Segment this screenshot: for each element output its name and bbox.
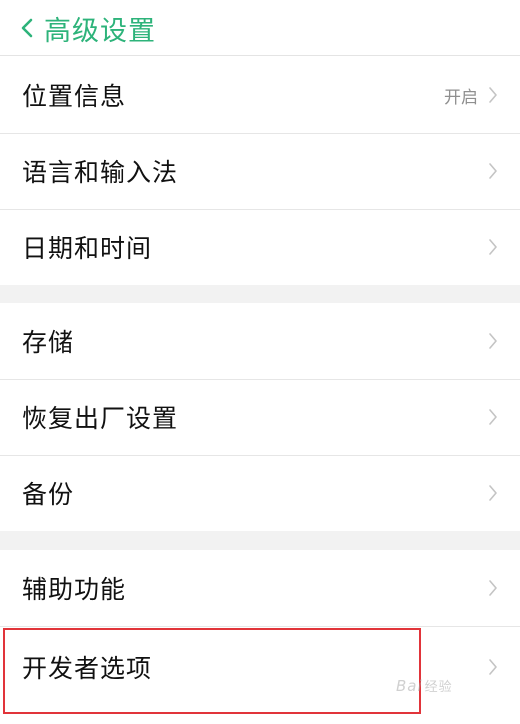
row-storage[interactable]: 存储 xyxy=(0,303,520,379)
chevron-left-icon[interactable] xyxy=(14,8,40,48)
top-bar: 高级设置 xyxy=(0,0,520,56)
row-backup[interactable]: 备份 xyxy=(0,455,520,531)
row-label: 恢复出厂设置 xyxy=(22,404,179,433)
row-label: 辅助功能 xyxy=(22,575,127,604)
chevron-right-icon xyxy=(486,656,500,678)
row-label: 位置信息 xyxy=(22,82,127,111)
watermark: Bai 经验 xyxy=(396,676,453,695)
chevron-right-icon xyxy=(486,406,500,428)
row-label: 日期和时间 xyxy=(22,234,153,263)
row-language-input[interactable]: 语言和输入法 xyxy=(0,133,520,209)
row-label: 存储 xyxy=(22,328,75,357)
row-factory-reset[interactable]: 恢复出厂设置 xyxy=(0,379,520,455)
section-divider xyxy=(0,285,520,303)
chevron-right-icon xyxy=(486,236,500,258)
chevron-right-icon xyxy=(486,84,500,106)
settings-group-system: 位置信息 开启 语言和输入法 日期和时间 xyxy=(0,57,520,285)
chevron-right-icon xyxy=(486,577,500,599)
settings-group-storage: 存储 恢复出厂设置 备份 xyxy=(0,303,520,531)
row-label: 语言和输入法 xyxy=(22,158,179,187)
row-label: 备份 xyxy=(22,480,75,509)
section-divider xyxy=(0,531,520,550)
back-button[interactable]: 高级设置 xyxy=(14,8,156,48)
watermark-sub: 经验 xyxy=(424,680,453,695)
row-label: 开发者选项 xyxy=(22,654,153,683)
location-status-value: 开启 xyxy=(444,87,478,108)
row-location[interactable]: 位置信息 开启 xyxy=(0,57,520,133)
row-date-time[interactable]: 日期和时间 xyxy=(0,209,520,285)
chevron-right-icon xyxy=(486,160,500,182)
watermark-text: Bai xyxy=(396,677,423,695)
row-accessibility[interactable]: 辅助功能 xyxy=(0,550,520,626)
chevron-right-icon xyxy=(486,482,500,504)
page-title: 高级设置 xyxy=(44,15,156,47)
chevron-right-icon xyxy=(486,330,500,352)
row-developer-options[interactable]: 开发者选项 xyxy=(0,626,520,708)
